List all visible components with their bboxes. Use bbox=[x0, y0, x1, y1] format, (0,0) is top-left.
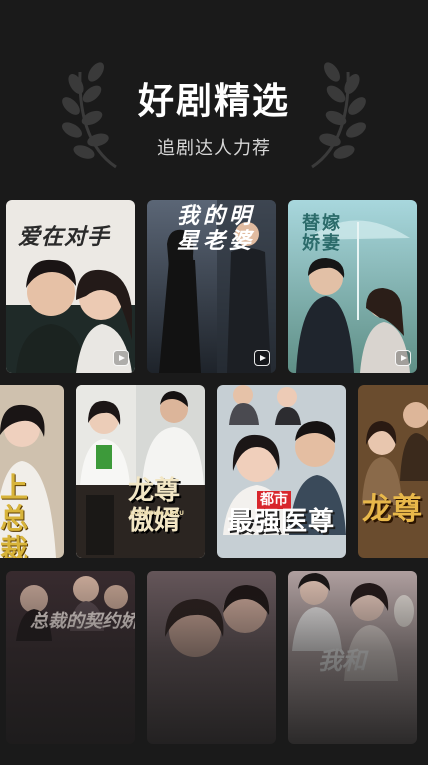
poster-image bbox=[6, 571, 135, 744]
poster-subtitle: LONGZUN AOXU bbox=[130, 510, 185, 517]
drama-card[interactable]: 都市 最强医尊 bbox=[217, 385, 346, 558]
drama-card[interactable]: 龙尊傲婿 LONGZUN AOXU bbox=[76, 385, 205, 558]
drama-card[interactable]: 爱在对手 bbox=[6, 200, 135, 373]
header: 好剧精选 追剧达人力荐 bbox=[0, 0, 428, 185]
drama-card[interactable]: 替嫁娇妻 bbox=[288, 200, 417, 373]
page-subtitle: 追剧达人力荐 bbox=[157, 138, 271, 159]
drama-card[interactable]: 上总裁 bbox=[0, 385, 64, 558]
poster-title: 最强医尊 bbox=[227, 507, 336, 537]
play-icon[interactable] bbox=[113, 350, 129, 366]
poster-title: 龙尊傲婿 bbox=[128, 476, 181, 536]
poster-title: 上总裁 bbox=[0, 471, 29, 558]
play-icon[interactable] bbox=[395, 350, 411, 366]
poster-title: 我和 bbox=[318, 646, 366, 675]
drama-card[interactable] bbox=[147, 571, 276, 744]
poster-title: 总裁的契约娇妻 bbox=[30, 611, 135, 632]
play-icon[interactable] bbox=[254, 350, 270, 366]
poster-title: 我的明星老婆 bbox=[177, 203, 256, 255]
page-title: 好剧精选 bbox=[137, 81, 290, 122]
drama-card[interactable]: 总裁的契约娇妻 bbox=[6, 571, 135, 744]
poster-title: 替嫁娇妻 bbox=[302, 213, 342, 254]
poster-title: 爱在对手 bbox=[18, 224, 111, 250]
poster-image bbox=[147, 571, 276, 744]
drama-card[interactable]: 我和 bbox=[288, 571, 417, 744]
drama-card[interactable]: 龙尊 bbox=[358, 385, 428, 558]
poster-image bbox=[358, 385, 428, 558]
drama-card[interactable]: 我的明星老婆 bbox=[147, 200, 276, 373]
poster-title: 龙尊 bbox=[362, 492, 422, 527]
